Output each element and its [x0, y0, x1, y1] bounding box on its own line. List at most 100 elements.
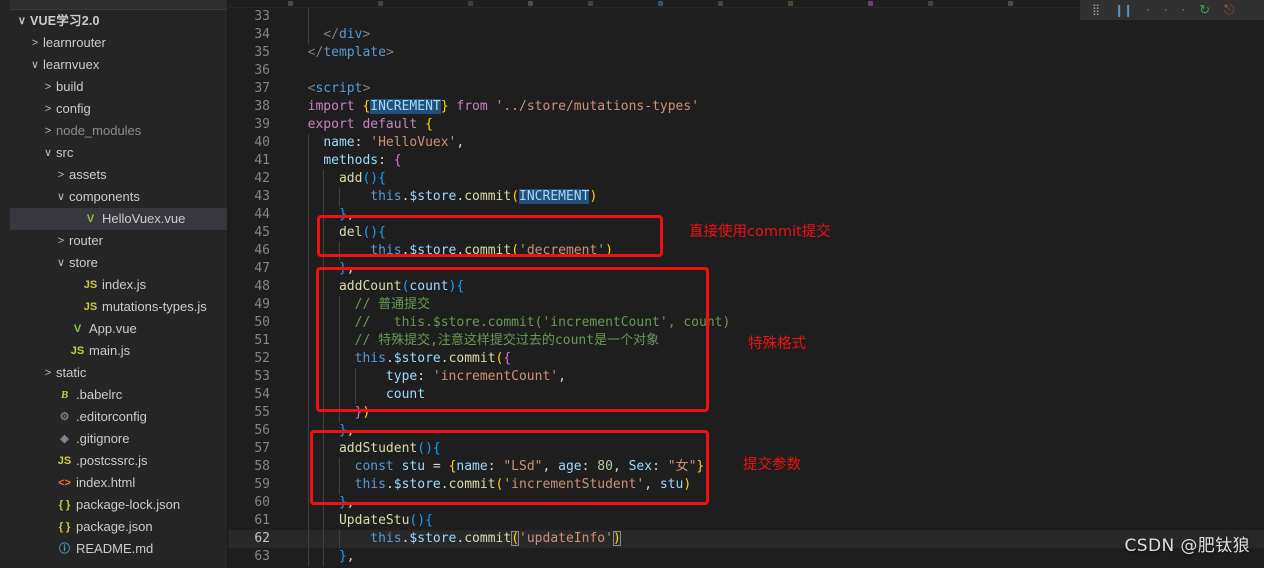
- code-line[interactable]: 46 this.$store.commit('decrement'): [228, 242, 1264, 260]
- folder-assets[interactable]: > assets: [10, 164, 227, 186]
- code-line[interactable]: 40 name: 'HelloVuex',: [228, 134, 1264, 152]
- file-editorconfig[interactable]: ⚙ .editorconfig: [10, 406, 227, 428]
- indent-guide: [307, 440, 309, 458]
- code-line[interactable]: 47 },: [228, 260, 1264, 278]
- annotation-direct-commit: 直接使用commit提交: [689, 224, 831, 240]
- grip-icon[interactable]: ⣿: [1092, 4, 1100, 16]
- step-out-icon[interactable]: ·: [1182, 4, 1186, 16]
- indent-guide: [307, 8, 309, 26]
- file-postcssrc-js[interactable]: JS .postcssrc.js: [10, 450, 227, 472]
- code-text: }): [354, 405, 371, 420]
- indent-guide: [307, 458, 309, 476]
- breadcrumb-dot: [378, 1, 383, 6]
- explorer-root-vue-study[interactable]: ∨ VUE学习2.0: [10, 10, 227, 32]
- folder-store[interactable]: ∨ store: [10, 252, 227, 274]
- code-text: </template>: [307, 45, 394, 60]
- debug-toolbar[interactable]: ⣿ ❙❙ · · · ↻ ⎋: [1080, 0, 1264, 20]
- code-line[interactable]: 52 this.$store.commit({: [228, 350, 1264, 368]
- line-number: 50: [254, 315, 270, 330]
- file-main-js[interactable]: JS main.js: [10, 340, 227, 362]
- line-number: 46: [254, 243, 270, 258]
- chevron-down-icon: ∨: [17, 15, 27, 27]
- folder-learnvuex[interactable]: ∨ learnvuex: [10, 54, 227, 76]
- chevron-down-icon: ∨: [43, 147, 53, 159]
- line-number: 49: [254, 297, 270, 312]
- indent-guide: [338, 296, 340, 314]
- tree-item-label: src: [56, 145, 74, 160]
- file-package-json[interactable]: { } package.json: [10, 516, 227, 538]
- pause-bars-icon[interactable]: ❙❙: [1114, 3, 1133, 17]
- line-number: 52: [254, 351, 270, 366]
- code-line[interactable]: 34 </div>: [228, 26, 1264, 44]
- indent-guide: [307, 134, 309, 152]
- js-file-icon: JS: [83, 301, 98, 313]
- code-line[interactable]: 59 this.$store.commit('incrementStudent'…: [228, 476, 1264, 494]
- tree-item-label: build: [56, 79, 84, 94]
- file-index-js[interactable]: JS index.js: [10, 274, 227, 296]
- code-line[interactable]: 35 </template>: [228, 44, 1264, 62]
- file-package-lock-json[interactable]: { } package-lock.json: [10, 494, 227, 516]
- tree-item-label: router: [69, 233, 103, 248]
- code-line[interactable]: 49 // 普通提交: [228, 296, 1264, 314]
- folder-static[interactable]: > static: [10, 362, 227, 384]
- chevron-down-icon: ∨: [56, 191, 66, 203]
- code-line[interactable]: 62 this.$store.commit('updateInfo'): [228, 530, 1264, 548]
- code-line[interactable]: 38 import {INCREMENT} from '../store/mut…: [228, 98, 1264, 116]
- chevron-right-icon: >: [57, 235, 65, 247]
- folder-node-modules[interactable]: > node_modules: [10, 120, 227, 142]
- js-file-icon: JS: [83, 279, 98, 291]
- code-line[interactable]: 36: [228, 62, 1264, 80]
- folder-build[interactable]: > build: [10, 76, 227, 98]
- file-mutations-types-js[interactable]: JS mutations-types.js: [10, 296, 227, 318]
- restart-icon[interactable]: ↻: [1199, 2, 1210, 18]
- code-line[interactable]: 61 UpdateStu(){: [228, 512, 1264, 530]
- stop-icon[interactable]: ⎋: [1224, 2, 1234, 18]
- js-file-icon: JS: [70, 345, 85, 357]
- activity-bar[interactable]: [0, 0, 10, 568]
- line-number: 40: [254, 135, 270, 150]
- folder-src[interactable]: ∨ src: [10, 142, 227, 164]
- file-app-vue[interactable]: V App.vue: [10, 318, 227, 340]
- file-babelrc[interactable]: B .babelrc: [10, 384, 227, 406]
- folder-router[interactable]: > router: [10, 230, 227, 252]
- code-text: // this.$store.commit('incrementCount', …: [354, 315, 731, 330]
- file-readme-md[interactable]: ⓘ README.md: [10, 538, 227, 560]
- chevron-down-icon: ∨: [56, 257, 66, 269]
- code-line[interactable]: 60 },: [228, 494, 1264, 512]
- indent-guide: [307, 476, 309, 494]
- code-line[interactable]: 55 }): [228, 404, 1264, 422]
- indent-guide: [307, 26, 309, 44]
- code-line[interactable]: 42 add(){: [228, 170, 1264, 188]
- file-gitignore[interactable]: ◈ .gitignore: [10, 428, 227, 450]
- code-line[interactable]: 51 // 特殊提交,注意这样提交过去的count是一个对象: [228, 332, 1264, 350]
- code-line[interactable]: 39 export default {: [228, 116, 1264, 134]
- tree-item-label: VUE学习2.0: [30, 14, 100, 28]
- code-lines-container[interactable]: 33 34 </div> 35 </template> 36 37 <script>…: [228, 8, 1264, 568]
- folder-learnrouter[interactable]: > learnrouter: [10, 32, 227, 54]
- folder-config[interactable]: > config: [10, 98, 227, 120]
- code-line[interactable]: 48 addCount(count){: [228, 278, 1264, 296]
- line-number: 55: [254, 405, 270, 420]
- explorer-sidebar[interactable]: ∨ VUE学习2.0 > learnrouter ∨ learnvuex > build > co…: [10, 0, 228, 568]
- json-file-icon: { }: [58, 521, 71, 533]
- file-hellovuex-vue[interactable]: V HelloVuex.vue: [10, 208, 227, 230]
- vue-file-icon: V: [86, 213, 95, 225]
- code-line[interactable]: 50 // this.$store.commit('incrementCount…: [228, 314, 1264, 332]
- code-line[interactable]: 63 },: [228, 548, 1264, 566]
- code-editor[interactable]: 33 34 </div> 35 </template> 36 37 <script>…: [228, 0, 1264, 568]
- code-line[interactable]: 37 <script>: [228, 80, 1264, 98]
- git-file-icon: ◈: [60, 433, 69, 445]
- code-line[interactable]: 43 this.$store.commit(INCREMENT): [228, 188, 1264, 206]
- file-tree[interactable]: ∨ VUE学习2.0 > learnrouter ∨ learnvuex > build > co…: [10, 10, 227, 560]
- chevron-down-icon: ∨: [30, 59, 40, 71]
- tree-item-label: config: [56, 101, 91, 116]
- code-line[interactable]: 56 },: [228, 422, 1264, 440]
- folder-components[interactable]: ∨ components: [10, 186, 227, 208]
- step-into-icon[interactable]: ·: [1164, 4, 1168, 16]
- breadcrumb-dot: [528, 1, 533, 6]
- step-over-icon[interactable]: ·: [1146, 4, 1150, 16]
- code-line[interactable]: 41 methods: {: [228, 152, 1264, 170]
- code-line[interactable]: 53 type: 'incrementCount',: [228, 368, 1264, 386]
- code-line[interactable]: 54 count: [228, 386, 1264, 404]
- file-index-html[interactable]: <> index.html: [10, 472, 227, 494]
